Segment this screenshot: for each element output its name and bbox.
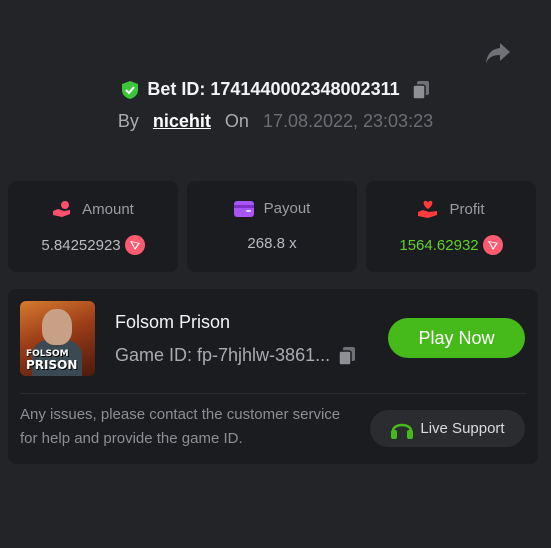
live-support-label: Live Support [420, 420, 505, 437]
bet-author-row: By nicehit On 17.08.2022, 23:03:23 [0, 111, 551, 132]
amount-label: Amount [82, 200, 134, 218]
copy-game-id-button[interactable] [338, 346, 356, 366]
coin-icon [124, 235, 145, 255]
payout-label: Payout [263, 200, 311, 217]
bet-id-row: Bet ID: 1741440002348002311 [0, 79, 551, 100]
game-thumbnail[interactable]: FOLSOM PRISON [20, 301, 95, 376]
wallet-icon [233, 200, 254, 217]
game-id-row: Game ID: fp-7hjhlw-3861... [115, 345, 356, 366]
amount-card: Amount 5.84252923 [8, 181, 178, 272]
username-link[interactable]: nicehit [153, 111, 211, 132]
profit-label: Profit [449, 200, 485, 218]
play-now-button[interactable]: Play Now [388, 318, 525, 358]
shield-check-icon [122, 80, 139, 99]
hand-heart-icon [418, 200, 438, 218]
copy-icon [411, 80, 429, 100]
bet-datetime: 17.08.2022, 23:03:23 [262, 111, 434, 131]
divider [20, 393, 526, 394]
game-title: Folsom Prison [115, 312, 231, 332]
headset-icon [391, 423, 414, 439]
copy-icon [338, 346, 356, 366]
on-label: On [224, 111, 249, 131]
share-icon [486, 43, 510, 63]
coin-icon [482, 235, 503, 255]
game-id: Game ID: fp-7hjhlw-3861... [115, 345, 331, 365]
thumbnail-title-line2: PRISON [26, 358, 78, 372]
share-button[interactable] [482, 38, 514, 68]
copy-bet-id-button[interactable] [411, 80, 430, 100]
hand-coin-icon [53, 201, 71, 217]
bet-id: Bet ID: 1741440002348002311 [147, 79, 400, 99]
payout-card: Payout 268.8 x [187, 181, 357, 272]
profit-card: Profit 1564.62932 [366, 181, 536, 272]
game-card: FOLSOM PRISON Folsom Prison Game ID: fp-… [8, 289, 538, 464]
profit-value: 1564.62932 [399, 236, 479, 254]
amount-value: 5.84252923 [41, 236, 121, 254]
support-notice: Any issues, please contact the customer … [20, 406, 341, 447]
live-support-button[interactable]: Live Support [370, 410, 525, 447]
payout-value: 268.8 x [247, 235, 297, 252]
by-label: By [117, 111, 139, 131]
